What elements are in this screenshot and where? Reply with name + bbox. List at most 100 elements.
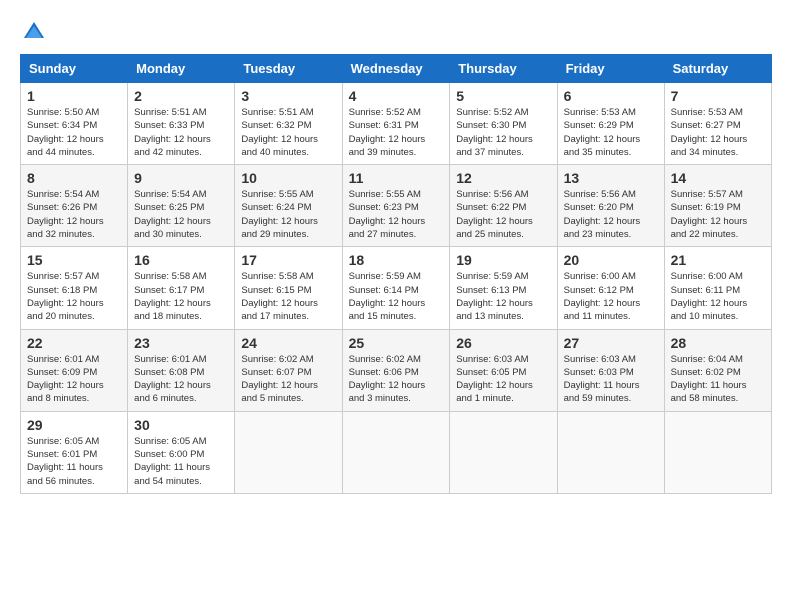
- day-number: 18: [349, 252, 444, 268]
- day-info: Sunrise: 5:52 AM Sunset: 6:31 PM Dayligh…: [349, 106, 444, 159]
- day-number: 23: [134, 335, 228, 351]
- calendar-cell: 9 Sunrise: 5:54 AM Sunset: 6:25 PM Daylig…: [128, 165, 235, 247]
- calendar-cell: 26 Sunrise: 6:03 AM Sunset: 6:05 PM Dayli…: [450, 329, 557, 411]
- day-number: 10: [241, 170, 335, 186]
- day-number: 30: [134, 417, 228, 433]
- day-info: Sunrise: 5:54 AM Sunset: 6:26 PM Dayligh…: [27, 188, 121, 241]
- day-info: Sunrise: 6:03 AM Sunset: 6:03 PM Dayligh…: [564, 353, 658, 406]
- day-header-saturday: Saturday: [664, 55, 771, 83]
- day-number: 28: [671, 335, 765, 351]
- day-info: Sunrise: 5:56 AM Sunset: 6:20 PM Dayligh…: [564, 188, 658, 241]
- day-info: Sunrise: 5:53 AM Sunset: 6:27 PM Dayligh…: [671, 106, 765, 159]
- calendar-cell: [342, 411, 450, 493]
- calendar-cell: 30 Sunrise: 6:05 AM Sunset: 6:00 PM Dayli…: [128, 411, 235, 493]
- logo-icon: [22, 20, 46, 44]
- calendar-cell: 4 Sunrise: 5:52 AM Sunset: 6:31 PM Daylig…: [342, 83, 450, 165]
- day-info: Sunrise: 5:52 AM Sunset: 6:30 PM Dayligh…: [456, 106, 550, 159]
- day-number: 13: [564, 170, 658, 186]
- calendar-cell: 10 Sunrise: 5:55 AM Sunset: 6:24 PM Dayli…: [235, 165, 342, 247]
- day-number: 25: [349, 335, 444, 351]
- calendar-cell: 11 Sunrise: 5:55 AM Sunset: 6:23 PM Dayli…: [342, 165, 450, 247]
- calendar-cell: 18Sunrise: 5:59 AM Sunset: 6:14 PM Dayli…: [342, 247, 450, 329]
- day-info: Sunrise: 6:00 AM Sunset: 6:11 PM Dayligh…: [671, 270, 765, 323]
- day-number: 12: [456, 170, 550, 186]
- day-number: 24: [241, 335, 335, 351]
- calendar-cell: 20 Sunrise: 6:00 AM Sunset: 6:12 PM Dayli…: [557, 247, 664, 329]
- calendar-cell: 15 Sunrise: 5:57 AM Sunset: 6:18 PM Dayli…: [21, 247, 128, 329]
- logo: [20, 20, 46, 44]
- calendar-cell: 7 Sunrise: 5:53 AM Sunset: 6:27 PM Daylig…: [664, 83, 771, 165]
- calendar-week-1: 1 Sunrise: 5:50 AM Sunset: 6:34 PM Daylig…: [21, 83, 772, 165]
- day-number: 4: [349, 88, 444, 104]
- day-info: Sunrise: 5:53 AM Sunset: 6:29 PM Dayligh…: [564, 106, 658, 159]
- day-info: Sunrise: 6:03 AM Sunset: 6:05 PM Dayligh…: [456, 353, 550, 406]
- day-info: Sunrise: 5:57 AM Sunset: 6:18 PM Dayligh…: [27, 270, 121, 323]
- day-header-wednesday: Wednesday: [342, 55, 450, 83]
- calendar-table: SundayMondayTuesdayWednesdayThursdayFrid…: [20, 54, 772, 494]
- calendar-cell: 3 Sunrise: 5:51 AM Sunset: 6:32 PM Daylig…: [235, 83, 342, 165]
- calendar-cell: 2Sunrise: 5:51 AM Sunset: 6:33 PM Daylig…: [128, 83, 235, 165]
- day-header-sunday: Sunday: [21, 55, 128, 83]
- day-info: Sunrise: 5:58 AM Sunset: 6:17 PM Dayligh…: [134, 270, 228, 323]
- calendar-header-row: SundayMondayTuesdayWednesdayThursdayFrid…: [21, 55, 772, 83]
- calendar-cell: 28 Sunrise: 6:04 AM Sunset: 6:02 PM Dayli…: [664, 329, 771, 411]
- calendar-cell: 29 Sunrise: 6:05 AM Sunset: 6:01 PM Dayli…: [21, 411, 128, 493]
- day-number: 3: [241, 88, 335, 104]
- day-number: 6: [564, 88, 658, 104]
- calendar-cell: 23 Sunrise: 6:01 AM Sunset: 6:08 PM Dayli…: [128, 329, 235, 411]
- day-info: Sunrise: 5:50 AM Sunset: 6:34 PM Dayligh…: [27, 106, 121, 159]
- calendar-cell: 13 Sunrise: 5:56 AM Sunset: 6:20 PM Dayli…: [557, 165, 664, 247]
- calendar-cell: 6 Sunrise: 5:53 AM Sunset: 6:29 PM Daylig…: [557, 83, 664, 165]
- day-number: 17: [241, 252, 335, 268]
- day-number: 19: [456, 252, 550, 268]
- day-info: Sunrise: 5:57 AM Sunset: 6:19 PM Dayligh…: [671, 188, 765, 241]
- day-number: 26: [456, 335, 550, 351]
- calendar-week-3: 15 Sunrise: 5:57 AM Sunset: 6:18 PM Dayli…: [21, 247, 772, 329]
- day-number: 22: [27, 335, 121, 351]
- calendar-cell: 19Sunrise: 5:59 AM Sunset: 6:13 PM Dayli…: [450, 247, 557, 329]
- calendar-cell: [557, 411, 664, 493]
- day-number: 11: [349, 170, 444, 186]
- day-number: 16: [134, 252, 228, 268]
- day-number: 1: [27, 88, 121, 104]
- day-info: Sunrise: 5:51 AM Sunset: 6:32 PM Dayligh…: [241, 106, 335, 159]
- day-number: 9: [134, 170, 228, 186]
- calendar-cell: 25Sunrise: 6:02 AM Sunset: 6:06 PM Dayli…: [342, 329, 450, 411]
- calendar-body: 1 Sunrise: 5:50 AM Sunset: 6:34 PM Daylig…: [21, 83, 772, 494]
- calendar-cell: [664, 411, 771, 493]
- day-header-friday: Friday: [557, 55, 664, 83]
- day-info: Sunrise: 5:54 AM Sunset: 6:25 PM Dayligh…: [134, 188, 228, 241]
- day-info: Sunrise: 5:56 AM Sunset: 6:22 PM Dayligh…: [456, 188, 550, 241]
- day-info: Sunrise: 5:55 AM Sunset: 6:23 PM Dayligh…: [349, 188, 444, 241]
- day-info: Sunrise: 6:02 AM Sunset: 6:07 PM Dayligh…: [241, 353, 335, 406]
- calendar-cell: 14 Sunrise: 5:57 AM Sunset: 6:19 PM Dayli…: [664, 165, 771, 247]
- day-number: 29: [27, 417, 121, 433]
- day-number: 21: [671, 252, 765, 268]
- day-header-tuesday: Tuesday: [235, 55, 342, 83]
- page-header: [20, 20, 772, 44]
- day-info: Sunrise: 5:51 AM Sunset: 6:33 PM Dayligh…: [134, 106, 228, 159]
- day-info: Sunrise: 6:00 AM Sunset: 6:12 PM Dayligh…: [564, 270, 658, 323]
- day-number: 5: [456, 88, 550, 104]
- day-number: 8: [27, 170, 121, 186]
- day-number: 20: [564, 252, 658, 268]
- day-number: 7: [671, 88, 765, 104]
- calendar-cell: [235, 411, 342, 493]
- calendar-cell: 16 Sunrise: 5:58 AM Sunset: 6:17 PM Dayli…: [128, 247, 235, 329]
- calendar-cell: 1 Sunrise: 5:50 AM Sunset: 6:34 PM Daylig…: [21, 83, 128, 165]
- calendar-week-5: 29 Sunrise: 6:05 AM Sunset: 6:01 PM Dayli…: [21, 411, 772, 493]
- day-number: 27: [564, 335, 658, 351]
- calendar-cell: 8 Sunrise: 5:54 AM Sunset: 6:26 PM Daylig…: [21, 165, 128, 247]
- calendar-cell: 21 Sunrise: 6:00 AM Sunset: 6:11 PM Dayli…: [664, 247, 771, 329]
- day-info: Sunrise: 6:04 AM Sunset: 6:02 PM Dayligh…: [671, 353, 765, 406]
- calendar-cell: [450, 411, 557, 493]
- day-info: Sunrise: 5:55 AM Sunset: 6:24 PM Dayligh…: [241, 188, 335, 241]
- calendar-cell: 12 Sunrise: 5:56 AM Sunset: 6:22 PM Dayli…: [450, 165, 557, 247]
- calendar-cell: 17Sunrise: 5:58 AM Sunset: 6:15 PM Dayli…: [235, 247, 342, 329]
- day-number: 14: [671, 170, 765, 186]
- day-number: 15: [27, 252, 121, 268]
- day-info: Sunrise: 6:05 AM Sunset: 6:01 PM Dayligh…: [27, 435, 121, 488]
- calendar-week-4: 22Sunrise: 6:01 AM Sunset: 6:09 PM Dayli…: [21, 329, 772, 411]
- day-info: Sunrise: 6:05 AM Sunset: 6:00 PM Dayligh…: [134, 435, 228, 488]
- day-info: Sunrise: 6:01 AM Sunset: 6:08 PM Dayligh…: [134, 353, 228, 406]
